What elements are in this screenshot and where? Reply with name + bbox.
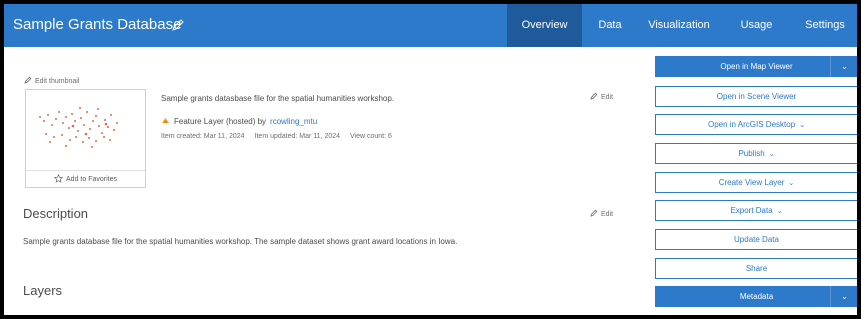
item-title: Sample Grants Database: [13, 16, 182, 33]
open-in-scene-viewer-button[interactable]: Open in Scene Viewer: [655, 86, 857, 107]
open-in-arcgis-desktop-button[interactable]: Open in ArcGIS Desktop ⌄: [655, 114, 857, 135]
metadata-button[interactable]: Metadata ⌄: [655, 286, 857, 307]
tab-visualization[interactable]: Visualization: [638, 4, 720, 47]
item-thumbnail: Add to Favorites: [25, 89, 146, 188]
edit-summary-label: Edit: [601, 93, 614, 101]
chevron-down-icon[interactable]: ⌄: [830, 286, 857, 307]
item-nav: Overview Data Visualization Usage Settin…: [507, 4, 857, 47]
item-metadata-line: Item created: Mar 11, 2024 Item updated:…: [161, 133, 392, 140]
edit-thumbnail-label: Edit thumbnail: [35, 77, 80, 85]
chevron-down-icon: ⌄: [768, 150, 775, 158]
chevron-down-icon[interactable]: ⌄: [830, 56, 857, 77]
share-label: Share: [745, 264, 768, 273]
favorites-label: Add to Favorites: [66, 175, 117, 183]
tab-settings[interactable]: Settings: [793, 4, 857, 47]
chevron-down-icon: ⌄: [799, 121, 806, 129]
edit-description-label: Edit: [601, 210, 614, 218]
pencil-icon: [590, 92, 598, 102]
edit-title-pencil-icon[interactable]: [171, 18, 185, 32]
item-summary: Sample grants datasbase file for the spa…: [161, 94, 395, 103]
thumbnail-map-image: [39, 107, 118, 148]
update-data-button[interactable]: Update Data: [655, 229, 857, 250]
pencil-icon: [590, 209, 598, 219]
create-view-layer-label: Create View Layer: [718, 178, 785, 187]
open-in-map-viewer-button[interactable]: Open in Map Viewer ⌄: [655, 56, 857, 77]
open-scene-viewer-label: Open in Scene Viewer: [716, 92, 797, 101]
star-icon: [53, 173, 64, 185]
edit-thumbnail-link[interactable]: Edit thumbnail: [24, 76, 79, 86]
item-header: Sample Grants Database Overview Data Vis…: [4, 4, 857, 47]
owner-link[interactable]: rcowling_mtu: [270, 117, 317, 126]
edit-description-link[interactable]: Edit: [590, 209, 613, 219]
created-date: Item created: Mar 11, 2024: [161, 133, 245, 140]
description-text: Sample grants database file for the spat…: [23, 237, 458, 246]
edit-summary-link[interactable]: Edit: [590, 92, 613, 102]
create-view-layer-button[interactable]: Create View Layer ⌄: [655, 172, 857, 193]
description-heading: Description: [23, 206, 89, 221]
open-map-viewer-label: Open in Map Viewer: [720, 62, 793, 71]
updated-date: Item updated: Mar 11, 2024: [254, 133, 341, 140]
add-to-favorites-button[interactable]: Add to Favorites: [26, 170, 145, 187]
tab-overview[interactable]: Overview: [507, 4, 582, 47]
export-data-label: Export Data: [730, 206, 773, 215]
open-desktop-label: Open in ArcGIS Desktop: [707, 120, 796, 129]
feature-layer-icon: [161, 116, 170, 127]
item-page: Sample Grants Database Overview Data Vis…: [4, 4, 857, 315]
chevron-down-icon: ⌄: [788, 179, 795, 187]
view-count: View count: 6: [350, 133, 392, 140]
update-data-label: Update Data: [734, 235, 779, 244]
layers-heading: Layers: [23, 283, 63, 298]
item-type-line: Feature Layer (hosted) by rcowling_mtu: [161, 116, 317, 127]
export-data-button[interactable]: Export Data ⌄: [655, 200, 857, 221]
tab-data[interactable]: Data: [582, 4, 638, 47]
publish-button[interactable]: Publish ⌄: [655, 143, 857, 164]
publish-label: Publish: [738, 149, 765, 158]
tab-usage[interactable]: Usage: [720, 4, 793, 47]
chevron-down-icon: ⌄: [776, 207, 783, 215]
metadata-label: Metadata: [739, 292, 774, 301]
item-type-label: Feature Layer (hosted) by: [174, 117, 267, 126]
share-button[interactable]: Share: [655, 258, 857, 279]
pencil-icon: [24, 76, 32, 86]
